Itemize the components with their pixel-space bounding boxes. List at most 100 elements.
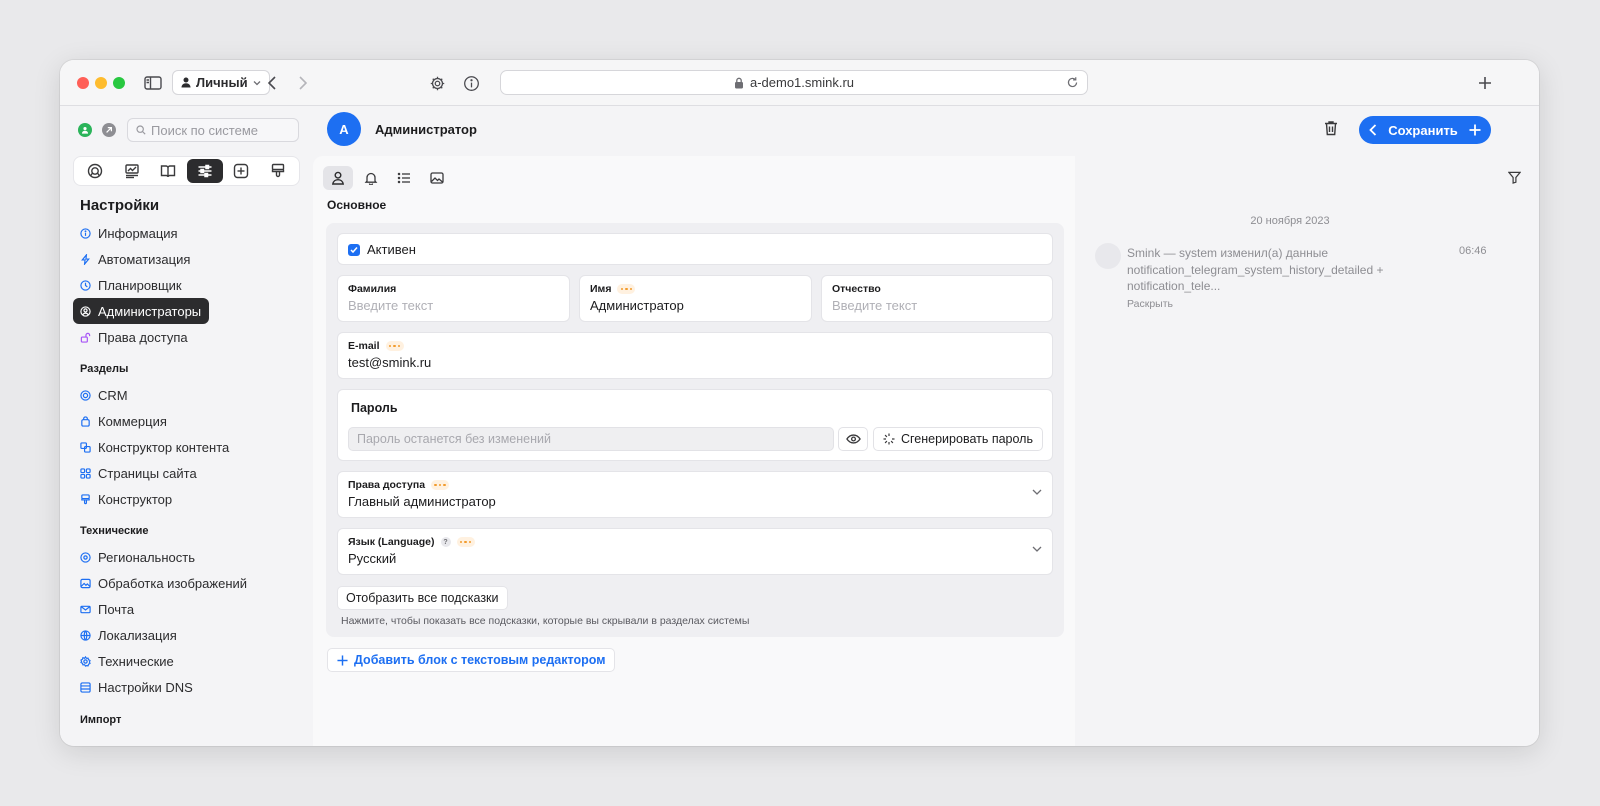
- zoom-window-button[interactable]: [113, 77, 125, 89]
- tab-media[interactable]: [422, 166, 452, 190]
- gear-icon[interactable]: [426, 71, 448, 95]
- middlename-label: Отчество: [832, 283, 881, 295]
- history-entry-text: Smink — system изменил(а) данные notific…: [1127, 246, 1384, 293]
- lastname-placeholder: Введите текст: [348, 298, 434, 313]
- unlock-icon: [80, 332, 91, 343]
- search-placeholder: Поиск по системе: [151, 122, 258, 138]
- builder-section-tab[interactable]: [260, 159, 296, 183]
- save-button[interactable]: Сохранить: [1359, 116, 1491, 144]
- tab-list[interactable]: [389, 166, 419, 190]
- person-icon: [331, 171, 345, 185]
- firstname-field[interactable]: Имя Администратор: [579, 275, 812, 322]
- content-builder-icon: [80, 441, 91, 453]
- dashboard-icon: [125, 164, 139, 179]
- user-status-icon[interactable]: [78, 123, 92, 137]
- sidebar-item-mail[interactable]: Почта: [73, 596, 303, 622]
- more-icon: [385, 341, 404, 351]
- add-text-block-button[interactable]: Добавить блок с текстовым редактором: [327, 648, 616, 672]
- bolt-icon: [81, 253, 90, 265]
- sidebar-item-dns-settings[interactable]: Настройки DNS: [73, 674, 303, 700]
- password-input[interactable]: Пароль останется без изменений: [348, 427, 834, 451]
- docs-section-tab[interactable]: [150, 159, 186, 183]
- minimize-window-button[interactable]: [95, 77, 107, 89]
- sidebar-item-commerce[interactable]: Коммерция: [73, 408, 303, 434]
- sidebar-item-label: Автоматизация: [98, 251, 191, 267]
- sidebar-item-content-builder[interactable]: Конструктор контента: [73, 434, 303, 460]
- gear-icon: [80, 655, 91, 667]
- sidebar-item-site-pages[interactable]: Страницы сайта: [73, 460, 303, 486]
- lastname-field[interactable]: Фамилия Введите текст: [337, 275, 570, 322]
- sidebar-item-administrators[interactable]: Администраторы: [73, 298, 209, 324]
- show-hints-button[interactable]: Отобразить все подсказки: [337, 586, 508, 610]
- sidebar-item-information[interactable]: Информация: [73, 220, 303, 246]
- tab-notifications[interactable]: [356, 166, 386, 190]
- sidebar-item-technical[interactable]: Технические: [73, 648, 303, 674]
- back-button[interactable]: [262, 71, 282, 95]
- crm-section-tab[interactable]: [77, 159, 113, 183]
- profile-selector[interactable]: Личный: [172, 70, 270, 95]
- filter-icon: [1507, 171, 1522, 184]
- dashboard-section-tab[interactable]: [114, 159, 150, 183]
- more-icon: [431, 480, 450, 490]
- access-rights-select[interactable]: Права доступа Главный администратор: [337, 471, 1053, 518]
- sections-nav: CRM Коммерция Конструктор контента Стран…: [73, 382, 303, 512]
- sidebar-item-crm[interactable]: CRM: [73, 382, 303, 408]
- list-icon: [397, 172, 410, 184]
- language-select[interactable]: Язык (Language) ? Русский: [337, 528, 1053, 575]
- sidebar-item-localization[interactable]: Локализация: [73, 622, 303, 648]
- search-input[interactable]: Поиск по системе: [127, 118, 299, 142]
- form-tabs: [323, 166, 452, 190]
- sidebar-title: Настройки: [80, 197, 160, 214]
- crm-icon: [88, 163, 103, 179]
- language-label: Язык (Language) ?: [348, 536, 475, 548]
- lastname-label: Фамилия: [348, 283, 397, 295]
- plus-icon: [1469, 124, 1481, 136]
- reload-icon[interactable]: [1066, 76, 1079, 89]
- filter-button[interactable]: [1507, 171, 1522, 187]
- external-link-icon[interactable]: [102, 123, 116, 137]
- sidebar-item-label: Настройки DNS: [98, 679, 193, 695]
- sidebar-item-label: Страницы сайта: [98, 465, 197, 481]
- technical-group-heading: Технические: [73, 523, 303, 539]
- sections-group-heading: Разделы: [73, 361, 303, 377]
- info-icon[interactable]: [460, 71, 482, 95]
- sidebar-toggle-icon[interactable]: [143, 71, 163, 95]
- group-title: Технические: [80, 525, 149, 537]
- address-bar[interactable]: a-demo1.smink.ru: [500, 70, 1088, 95]
- email-field[interactable]: E-mail test@smink.ru: [337, 332, 1053, 379]
- delete-button[interactable]: [1324, 120, 1338, 139]
- sidebar-item-automation[interactable]: Автоматизация: [73, 246, 303, 272]
- sidebar-item-label: Обработка изображений: [98, 575, 248, 591]
- access-value: Главный администратор: [348, 494, 496, 509]
- tab-profile[interactable]: [323, 166, 353, 190]
- add-section-tab[interactable]: [223, 159, 259, 183]
- sidebar-item-image-processing[interactable]: Обработка изображений: [73, 570, 303, 596]
- page-title: Администратор: [375, 122, 477, 137]
- middlename-field[interactable]: Отчество Введите текст: [821, 275, 1053, 322]
- sidebar-item-label: Технические: [98, 653, 174, 669]
- sidebar-item-scheduler[interactable]: Планировщик: [73, 272, 303, 298]
- history-date: 20 ноября 2023: [1250, 215, 1330, 227]
- info-icon: [80, 227, 91, 239]
- sidebar-item-regionality[interactable]: Региональность: [73, 544, 303, 570]
- show-password-button[interactable]: [838, 427, 868, 451]
- more-icon: [456, 537, 475, 547]
- sidebar-item-access-rights[interactable]: Права доступа: [73, 324, 303, 350]
- new-tab-button[interactable]: [1474, 71, 1496, 95]
- chevron-down-icon: [1032, 546, 1042, 552]
- generate-password-button[interactable]: Сгенерировать пароль: [873, 427, 1043, 451]
- section-label: Основное: [327, 198, 387, 212]
- active-checkbox[interactable]: [348, 244, 360, 256]
- expand-link[interactable]: Раскрыть: [1127, 298, 1173, 310]
- hints-note: Нажмите, чтобы показать все подсказки, к…: [341, 615, 750, 627]
- close-window-button[interactable]: [77, 77, 89, 89]
- email-value: test@smink.ru: [348, 355, 432, 370]
- settings-section-tab[interactable]: [186, 159, 223, 183]
- forward-button[interactable]: [293, 71, 313, 95]
- sliders-icon: [198, 164, 212, 178]
- sidebar-item-builder[interactable]: Конструктор: [73, 486, 303, 512]
- sidebar-item-label: CRM: [98, 387, 128, 403]
- email-label: E-mail: [348, 340, 404, 352]
- chevron-down-icon: [1032, 489, 1042, 495]
- browser-toolbar: Личный a-demo1.smink.ru: [60, 60, 1539, 106]
